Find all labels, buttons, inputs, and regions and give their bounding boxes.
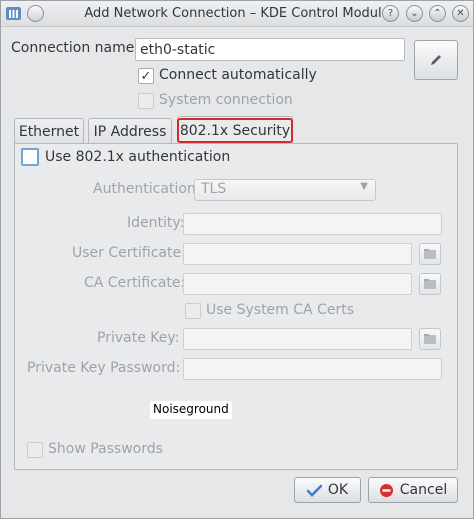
connect-automatically-label: Connect automatically bbox=[159, 67, 317, 83]
ca-certificate-input[interactable] bbox=[183, 273, 412, 295]
connection-name-input[interactable] bbox=[135, 38, 405, 61]
chevron-down-icon: ⌄ bbox=[410, 7, 419, 19]
use-8021x-label: Use 802.1x authentication bbox=[45, 149, 231, 165]
cancel-button[interactable]: Cancel bbox=[368, 477, 458, 503]
user-certificate-browse-button[interactable] bbox=[419, 243, 441, 265]
question-icon: ? bbox=[387, 7, 394, 19]
private-key-input[interactable] bbox=[183, 328, 412, 350]
pen-icon bbox=[431, 55, 441, 65]
folder-icon bbox=[424, 249, 436, 259]
connect-automatically-checkbox[interactable]: ✓ bbox=[138, 68, 154, 84]
ok-button[interactable]: OK bbox=[294, 477, 361, 503]
ca-certificate-browse-button[interactable] bbox=[419, 273, 441, 295]
check-icon: ✓ bbox=[140, 68, 152, 84]
ca-certificate-label: CA Certificate: bbox=[84, 275, 186, 291]
identity-input[interactable] bbox=[183, 213, 442, 235]
folder-icon bbox=[424, 334, 436, 344]
tab-label: IP Address bbox=[93, 123, 167, 140]
user-certificate-input[interactable] bbox=[183, 243, 412, 265]
dialog-window: Add Network Connection – KDE Control Mod… bbox=[0, 0, 474, 519]
maximize-button[interactable]: ⌃ bbox=[429, 5, 446, 22]
system-connection-label: System connection bbox=[159, 92, 293, 108]
close-icon: ✕ bbox=[456, 7, 465, 19]
private-key-password-input[interactable] bbox=[183, 358, 442, 380]
cancel-label: Cancel bbox=[399, 482, 448, 498]
identity-label: Identity: bbox=[127, 215, 185, 231]
titlebar[interactable]: Add Network Connection – KDE Control Mod… bbox=[1, 1, 473, 27]
check-icon bbox=[306, 484, 322, 497]
use-8021x-checkbox[interactable] bbox=[21, 148, 39, 166]
tab-ethernet[interactable]: Ethernet bbox=[14, 118, 84, 144]
chevron-down-icon: ▼ bbox=[360, 181, 368, 192]
authentication-select[interactable]: TLS ▼ bbox=[194, 179, 376, 201]
show-passwords-label: Show Passwords bbox=[48, 441, 163, 457]
cancel-icon bbox=[379, 483, 393, 497]
folder-icon bbox=[424, 279, 436, 289]
private-key-browse-button[interactable] bbox=[419, 328, 441, 350]
authentication-label: Authentication: bbox=[93, 181, 201, 197]
show-passwords-checkbox[interactable] bbox=[27, 442, 43, 458]
system-connection-checkbox[interactable] bbox=[138, 93, 154, 109]
overlay-text-label: Noiseground bbox=[150, 401, 232, 419]
close-button[interactable]: ✕ bbox=[452, 5, 469, 22]
private-key-label: Private Key: bbox=[97, 330, 180, 346]
tab-label: Ethernet bbox=[18, 123, 80, 140]
use-system-ca-label: Use System CA Certs bbox=[206, 302, 354, 318]
authentication-value: TLS bbox=[201, 181, 227, 197]
window-title: Add Network Connection – KDE Control Mod… bbox=[84, 6, 390, 21]
icon-select-button[interactable] bbox=[414, 40, 458, 80]
tab-802-1x-security[interactable]: 802.1x Security bbox=[177, 116, 293, 144]
tab-ip-address[interactable]: IP Address bbox=[88, 118, 172, 144]
private-key-password-label: Private Key Password: bbox=[27, 360, 181, 376]
chevron-up-icon: ⌃ bbox=[433, 7, 442, 19]
ok-label: OK bbox=[327, 482, 349, 498]
connection-name-label: Connection name: bbox=[11, 40, 140, 56]
tab-label: 802.1x Security bbox=[179, 122, 291, 139]
user-certificate-label: User Certificate: bbox=[72, 245, 186, 261]
minimize-button[interactable]: ⌄ bbox=[406, 5, 423, 22]
use-system-ca-checkbox[interactable] bbox=[185, 303, 201, 319]
help-button[interactable]: ? bbox=[382, 5, 399, 22]
